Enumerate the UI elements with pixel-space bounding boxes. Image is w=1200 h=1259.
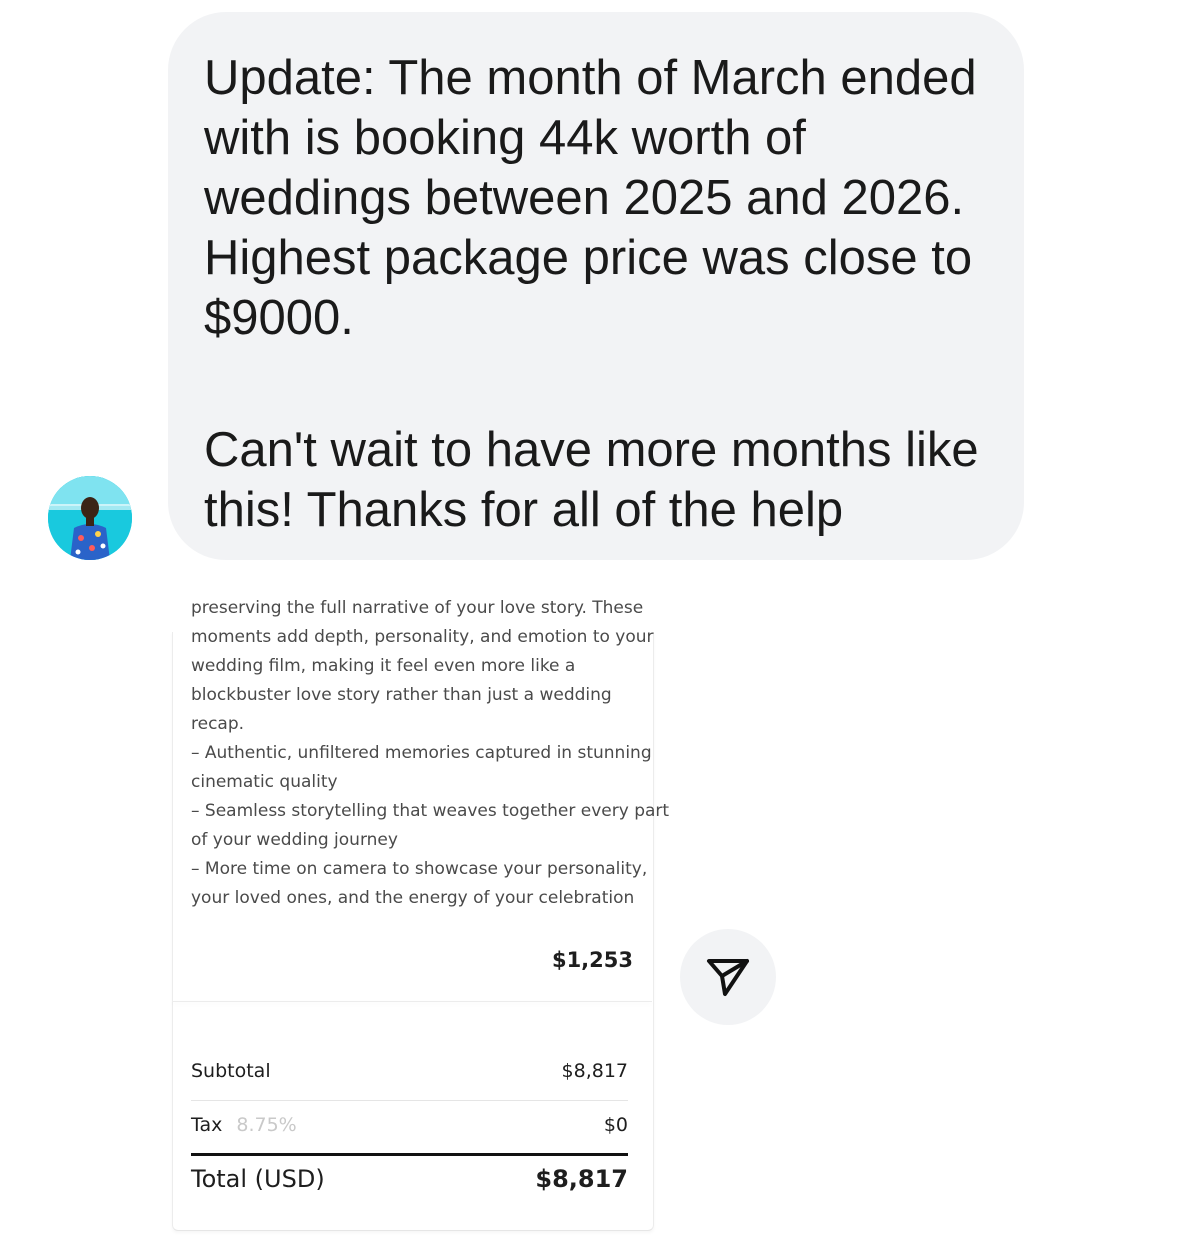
description-line: recap.	[191, 714, 245, 734]
description-line: – Seamless storytelling that weaves toge…	[191, 801, 670, 821]
description-line: wedding film, making it feel even more l…	[191, 656, 576, 676]
description-line: – More time on camera to showcase your p…	[191, 859, 648, 879]
subtotal-value: $8,817	[561, 1060, 628, 1082]
package-description: preserving the full narrative of your lo…	[191, 594, 670, 913]
tax-value: $0	[603, 1114, 628, 1136]
tax-label: Tax	[191, 1114, 223, 1136]
subtotal-label: Subtotal	[191, 1060, 271, 1082]
total-divider	[191, 1153, 628, 1156]
message-line: weddings between 2025 and 2026.	[204, 171, 965, 225]
send-icon	[707, 959, 749, 996]
user-avatar-icon	[48, 476, 132, 560]
item-price: $1,253	[551, 948, 633, 972]
message-line: Can't wait to have more months like	[204, 423, 979, 477]
message-line: this! Thanks for all of the help	[204, 483, 844, 537]
description-line: – Authentic, unfiltered memories capture…	[191, 743, 652, 763]
total-row: Total (USD) $8,817	[191, 1165, 628, 1193]
section-divider	[172, 1001, 652, 1002]
message-line: Highest package price was close to	[204, 231, 973, 285]
description-line: your loved ones, and the energy of your …	[191, 888, 635, 908]
tax-rate: 8.75%	[236, 1114, 297, 1136]
row-divider	[191, 1100, 628, 1101]
subtotal-row: Subtotal $8,817	[191, 1060, 628, 1082]
total-value: $8,817	[535, 1165, 628, 1193]
description-line: blockbuster love story rather than just …	[191, 685, 612, 705]
message-bubble[interactable]: Update: The month of March ended with is…	[168, 12, 1024, 560]
description-line: cinematic quality	[191, 772, 338, 792]
description-line: moments add depth, personality, and emot…	[191, 627, 654, 647]
message-line: Update: The month of March ended	[204, 51, 977, 105]
chat-screen: Update: The month of March ended with is…	[0, 0, 1200, 1259]
tax-label-group: Tax 8.75%	[191, 1114, 297, 1136]
description-line: preserving the full narrative of your lo…	[191, 598, 644, 618]
tax-row: Tax 8.75% $0	[191, 1114, 628, 1136]
share-button[interactable]	[680, 929, 776, 1025]
message-line: $9000.	[204, 291, 354, 345]
avatar[interactable]	[48, 476, 132, 560]
total-label: Total (USD)	[191, 1165, 325, 1193]
description-line: of your wedding journey	[191, 830, 398, 850]
message-line: with is booking 44k worth of	[204, 111, 806, 165]
